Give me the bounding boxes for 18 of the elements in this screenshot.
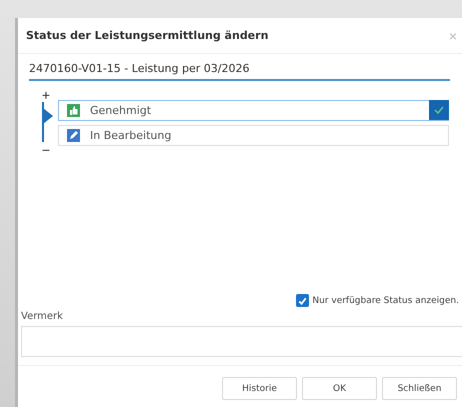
status-label: In Bearbeitung	[90, 129, 172, 142]
checkbox[interactable]	[296, 294, 310, 307]
selection-marker-icon	[42, 102, 54, 142]
dialog-button[interactable]: Schließen	[382, 377, 457, 400]
dialog-title: Status der Leistungsermittlung ändern	[26, 29, 268, 42]
checkbox-label: Nur verfügbare Status anzeigen.	[312, 296, 459, 306]
dialog-button[interactable]: OK	[302, 377, 377, 400]
record-title: 2470160-V01-15 - Leistung per 03/2026	[29, 62, 450, 81]
thumbs-up-icon	[67, 104, 80, 117]
check-icon	[429, 100, 449, 120]
collapse-button[interactable]: −	[42, 144, 50, 156]
status-item[interactable]: In Bearbeitung	[58, 125, 449, 146]
expand-button[interactable]: +	[42, 89, 50, 101]
status-label: Genehmigt	[90, 104, 152, 117]
note-label: Vermerk	[21, 311, 64, 322]
dialog-button[interactable]: Historie	[222, 377, 297, 400]
pencil-icon	[67, 129, 80, 142]
status-item[interactable]: Genehmigt	[58, 100, 449, 121]
